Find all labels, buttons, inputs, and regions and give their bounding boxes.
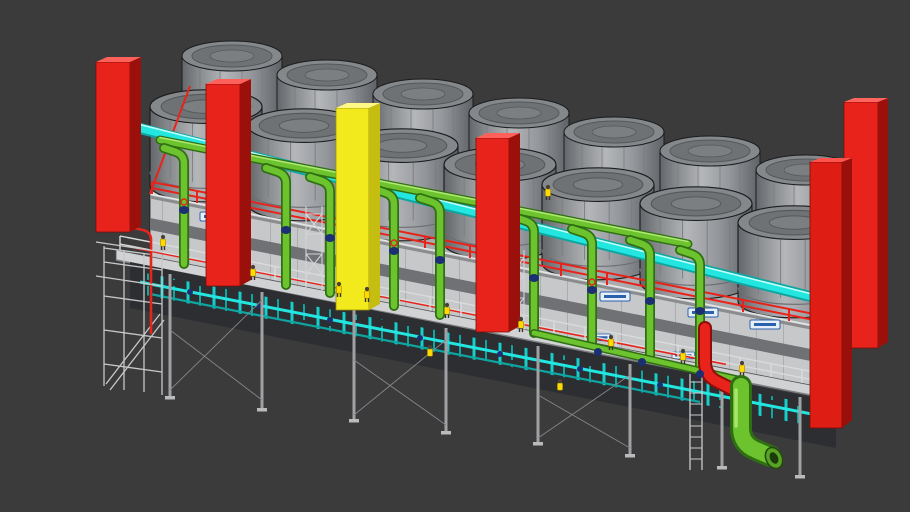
red-exhaust-column-left: [95, 57, 141, 233]
red-exhaust-column-mid-left: [205, 79, 251, 287]
cooling-tower-3d-render[interactable]: [0, 0, 910, 512]
brand-plaque: [599, 291, 631, 302]
brand-plaque: [749, 319, 781, 330]
yellow-exhaust-column: [335, 103, 380, 311]
red-exhaust-column-mid-right: [475, 133, 520, 333]
red-slab-right-near: [809, 158, 852, 429]
model-viewport[interactable]: [0, 0, 910, 512]
